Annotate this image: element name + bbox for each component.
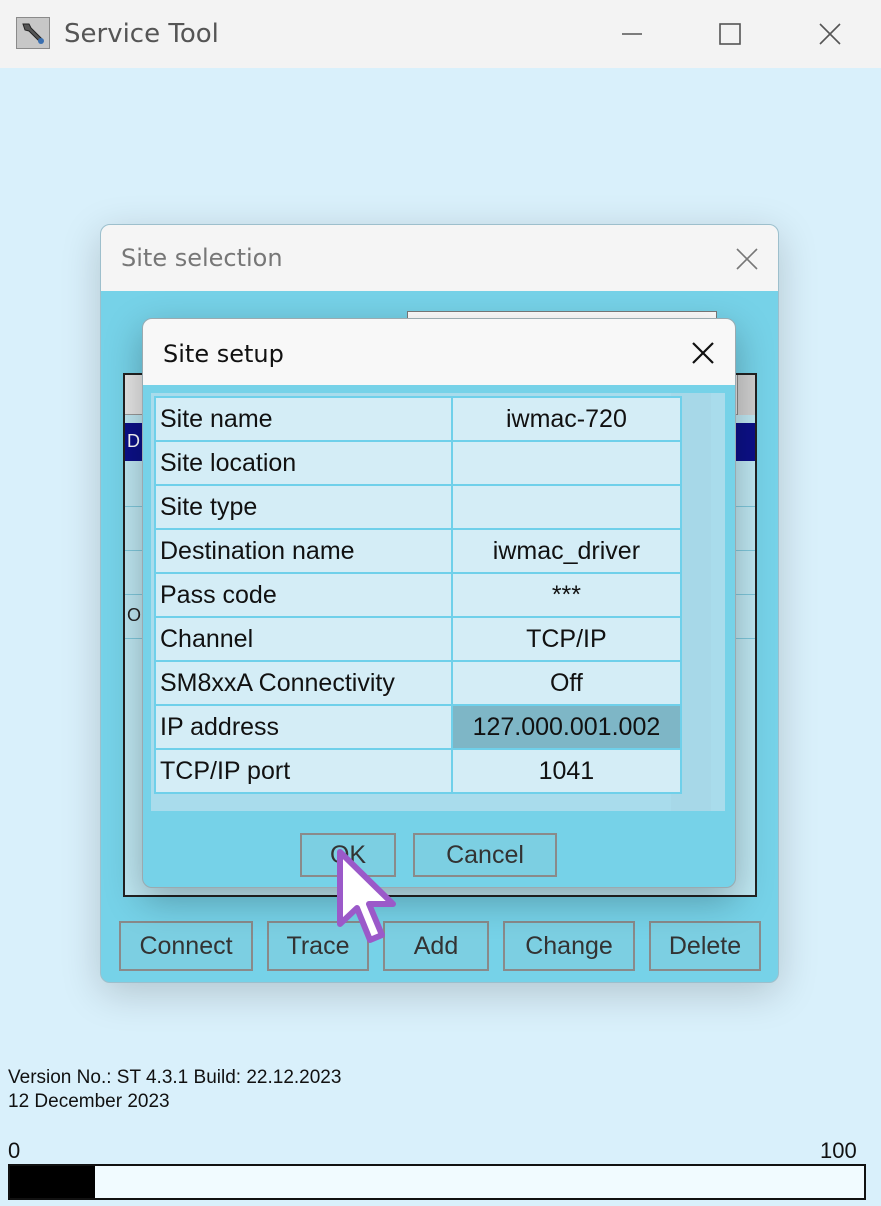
window-titlebar: Service Tool <box>0 0 881 68</box>
site-selection-close-icon[interactable] <box>729 241 765 277</box>
window-title: Service Tool <box>64 19 219 49</box>
table-row: TCP/IP port 1041 <box>154 748 683 794</box>
change-button[interactable]: Change <box>503 921 635 971</box>
tcp-port-label: TCP/IP port <box>154 748 453 794</box>
table-row: IP address 127.000.001.002 <box>154 704 683 750</box>
table-row: Site location <box>154 440 683 486</box>
version-info: Version No.: ST 4.3.1 Build: 22.12.2023 … <box>8 1066 341 1114</box>
pass-code-label: Pass code <box>154 572 453 618</box>
site-type-value[interactable] <box>450 484 683 530</box>
pass-code-value[interactable]: *** <box>450 572 683 618</box>
site-setup-grid-area: Site name iwmac-720 Site location Site t… <box>151 393 725 811</box>
minimize-icon[interactable] <box>612 14 652 54</box>
site-setup-grid: Site name iwmac-720 Site location Site t… <box>154 396 683 794</box>
ip-address-value[interactable]: 127.000.001.002 <box>450 704 683 750</box>
channel-value[interactable]: TCP/IP <box>450 616 683 662</box>
progress-scale-max: 100 <box>820 1138 857 1163</box>
progress-scale-min: 0 <box>8 1138 21 1163</box>
progress-bar <box>8 1164 866 1200</box>
connect-button[interactable]: Connect <box>119 921 253 971</box>
table-row: Destination name iwmac_driver <box>154 528 683 574</box>
delete-button[interactable]: Delete <box>649 921 761 971</box>
connectivity-label: SM8xxA Connectivity <box>154 660 453 706</box>
site-name-value[interactable]: iwmac-720 <box>450 396 683 442</box>
site-selection-buttons: Connect Trace Add Change Delete <box>119 921 769 973</box>
cancel-button[interactable]: Cancel <box>413 833 557 877</box>
build-date: 12 December 2023 <box>8 1091 170 1112</box>
progress-fill <box>10 1166 96 1198</box>
table-row: Site name iwmac-720 <box>154 396 683 442</box>
table-row: Site type <box>154 484 683 530</box>
table-row: Channel TCP/IP <box>154 616 683 662</box>
maximize-icon[interactable] <box>710 14 750 54</box>
table-row: SM8xxA Connectivity Off <box>154 660 683 706</box>
site-selection-titlebar: Site selection <box>101 225 778 291</box>
version-line: Version No.: ST 4.3.1 Build: 22.12.2023 <box>8 1067 342 1088</box>
ok-button[interactable]: OK <box>300 833 396 877</box>
site-selection-title: Site selection <box>121 244 283 272</box>
destination-name-label: Destination name <box>154 528 453 574</box>
site-setup-close-icon[interactable] <box>683 333 723 373</box>
site-location-label: Site location <box>154 440 453 486</box>
add-button[interactable]: Add <box>383 921 489 971</box>
ip-address-label: IP address <box>154 704 453 750</box>
wrench-icon <box>16 17 50 49</box>
channel-label: Channel <box>154 616 453 662</box>
close-icon[interactable] <box>810 14 850 54</box>
destination-name-value[interactable]: iwmac_driver <box>450 528 683 574</box>
site-setup-titlebar: Site setup <box>143 319 735 385</box>
connectivity-value[interactable]: Off <box>450 660 683 706</box>
tcp-port-value[interactable]: 1041 <box>450 748 683 794</box>
site-setup-dialog: Site setup Site name iwmac-720 Site loca… <box>142 318 736 888</box>
site-list-header-button[interactable] <box>737 375 755 415</box>
site-name-label: Site name <box>154 396 453 442</box>
table-row: Pass code *** <box>154 572 683 618</box>
site-setup-title: Site setup <box>163 340 284 368</box>
site-location-value[interactable] <box>450 440 683 486</box>
trace-button[interactable]: Trace <box>267 921 369 971</box>
site-type-label: Site type <box>154 484 453 530</box>
